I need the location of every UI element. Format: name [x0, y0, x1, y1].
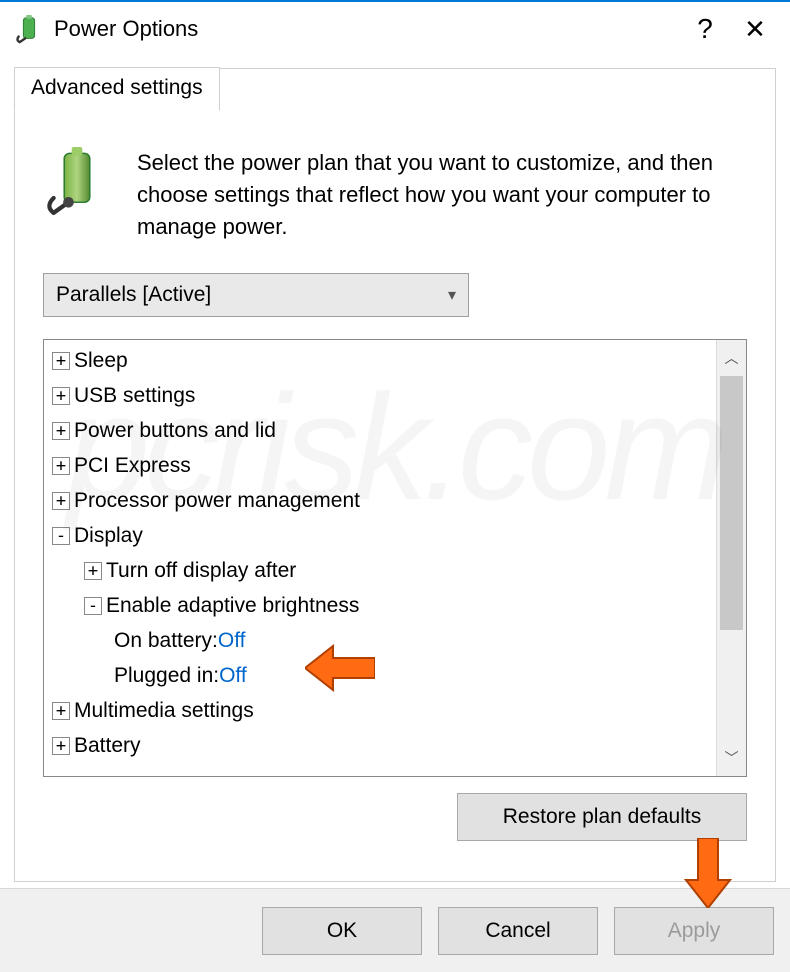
tree-item-multimedia[interactable]: +Multimedia settings [48, 694, 716, 729]
cancel-button[interactable]: Cancel [438, 907, 598, 955]
tree-item-power-buttons[interactable]: +Power buttons and lid [48, 414, 716, 449]
tree-item-turn-off-display[interactable]: +Turn off display after [48, 554, 716, 589]
battery-icon [43, 147, 111, 215]
scroll-up-icon[interactable]: ︿ [717, 340, 746, 376]
scrollbar[interactable]: ︿ ﹀ [716, 340, 746, 776]
app-icon [14, 14, 44, 44]
expand-icon[interactable]: + [52, 422, 70, 440]
collapse-icon[interactable]: - [84, 597, 102, 615]
tree-item-battery[interactable]: +Battery [48, 729, 716, 764]
tree-item-adaptive-brightness[interactable]: -Enable adaptive brightness [48, 589, 716, 624]
tree-item-usb[interactable]: +USB settings [48, 379, 716, 414]
tab-strip: Advanced settings [14, 67, 220, 139]
tab-advanced-settings[interactable]: Advanced settings [14, 67, 220, 111]
collapse-icon[interactable]: - [52, 527, 70, 545]
setting-plugged-in[interactable]: Plugged in: Off [48, 659, 716, 694]
plugged-in-value[interactable]: Off [219, 664, 247, 688]
ok-button[interactable]: OK [262, 907, 422, 955]
tree-item-display[interactable]: -Display [48, 519, 716, 554]
expand-icon[interactable]: + [52, 702, 70, 720]
power-plan-dropdown[interactable]: Parallels [Active] ▾ [43, 273, 469, 317]
scroll-thumb[interactable] [720, 376, 743, 631]
expand-icon[interactable]: + [52, 492, 70, 510]
dialog-footer: OK Cancel Apply [0, 888, 790, 972]
chevron-down-icon: ▾ [448, 285, 456, 305]
help-button[interactable]: ? [680, 13, 730, 45]
expand-icon[interactable]: + [52, 457, 70, 475]
tree-item-processor[interactable]: +Processor power management [48, 484, 716, 519]
apply-button[interactable]: Apply [614, 907, 774, 955]
setting-on-battery[interactable]: On battery: Off [48, 624, 716, 659]
restore-defaults-button[interactable]: Restore plan defaults [457, 793, 747, 841]
tree-item-pci[interactable]: +PCI Express [48, 449, 716, 484]
expand-icon[interactable]: + [84, 562, 102, 580]
tree-item-sleep[interactable]: +Sleep [48, 344, 716, 379]
description-text: Select the power plan that you want to c… [137, 147, 747, 243]
dialog-body: Advanced settings [14, 68, 776, 882]
window-title: Power Options [54, 16, 680, 42]
expand-icon[interactable]: + [52, 387, 70, 405]
settings-tree: +Sleep +USB settings +Power buttons and … [43, 339, 747, 777]
power-plan-value: Parallels [Active] [56, 283, 211, 307]
close-button[interactable]: ✕ [730, 14, 780, 45]
scroll-track[interactable] [717, 376, 746, 740]
expand-icon[interactable]: + [52, 737, 70, 755]
scroll-down-icon[interactable]: ﹀ [717, 740, 746, 776]
titlebar: Power Options ? ✕ [0, 2, 790, 56]
on-battery-value[interactable]: Off [218, 629, 246, 653]
expand-icon[interactable]: + [52, 352, 70, 370]
